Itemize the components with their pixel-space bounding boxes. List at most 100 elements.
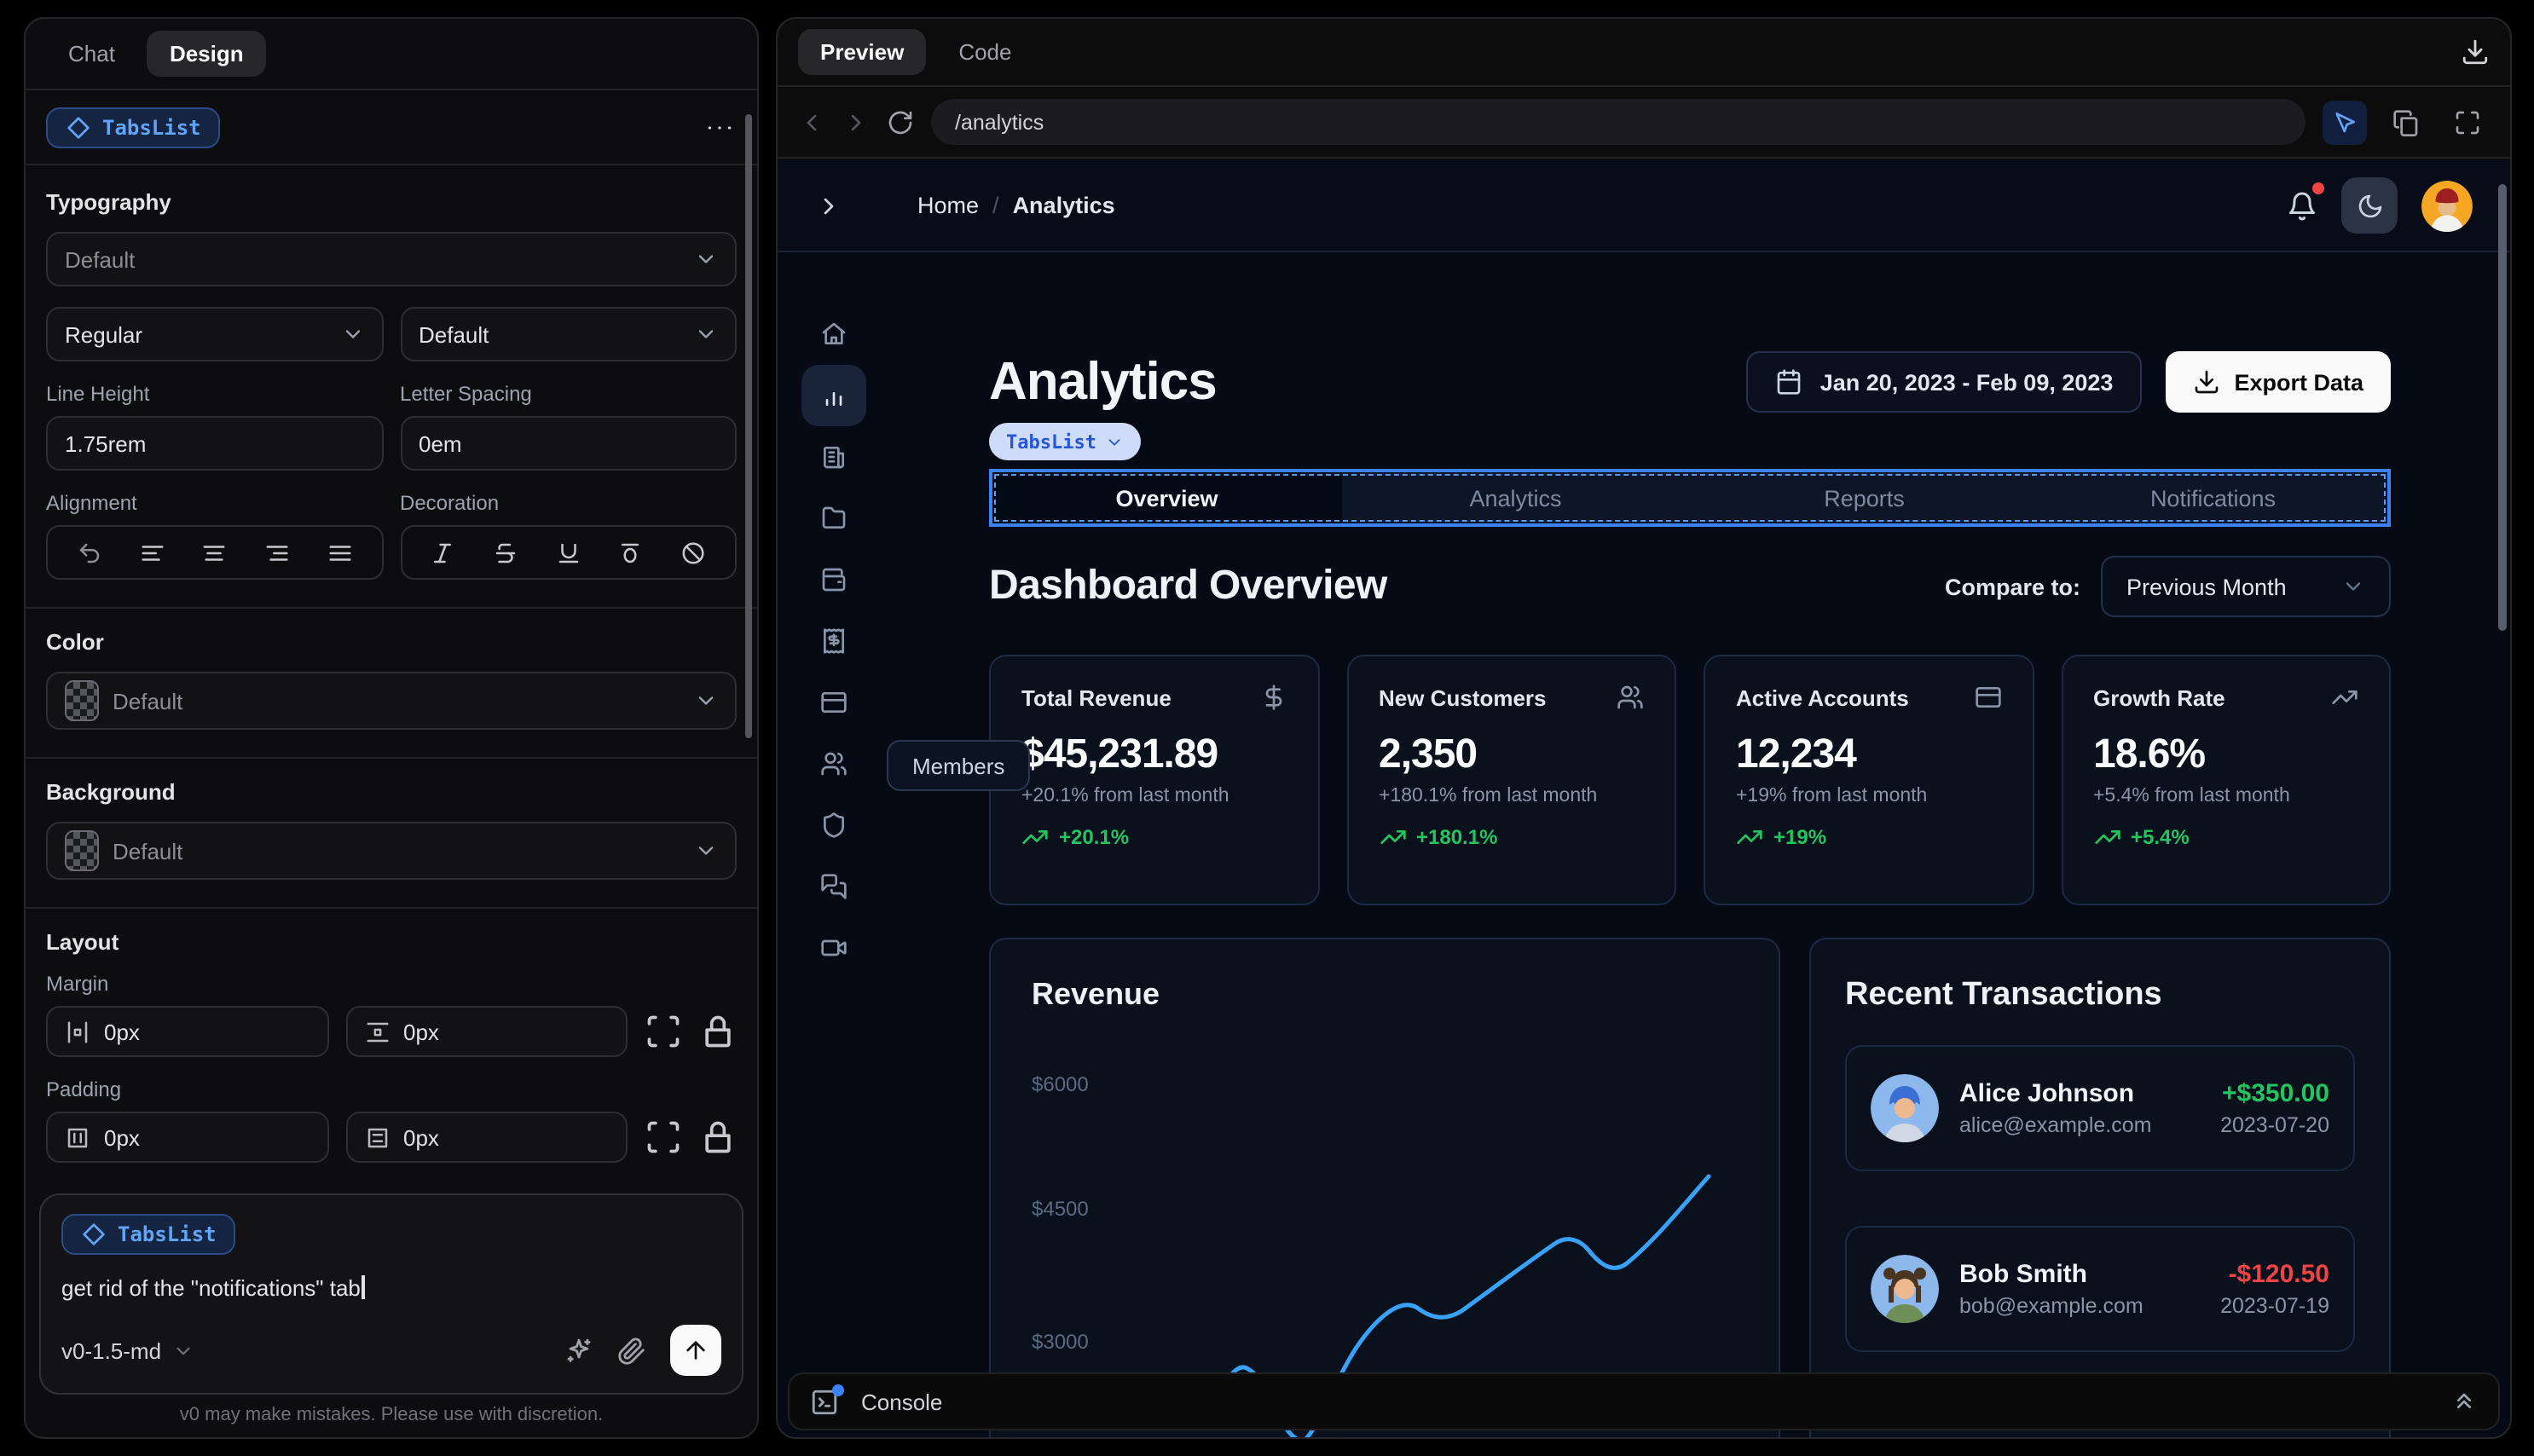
refresh-icon[interactable]: [887, 108, 914, 136]
lock-padding-icon[interactable]: [699, 1118, 737, 1156]
align-justify-icon[interactable]: [327, 540, 352, 565]
enhance-prompt-icon[interactable]: [564, 1336, 593, 1365]
nav-home[interactable]: [801, 303, 866, 365]
transaction-row[interactable]: Bob Smith bob@example.com -$120.50 2023-…: [1845, 1226, 2355, 1352]
font-size-select[interactable]: Default: [400, 307, 737, 361]
selected-component-chip[interactable]: TabsList: [46, 107, 220, 147]
nav-files[interactable]: [801, 488, 866, 549]
line-height-input[interactable]: 1.75rem: [46, 416, 383, 471]
prompt-input[interactable]: get rid of the "notifications" tab: [61, 1275, 721, 1301]
tab-notifications[interactable]: Notifications: [2039, 472, 2387, 523]
credit-card-icon: [1974, 684, 2001, 711]
color-select[interactable]: Default: [46, 672, 737, 730]
strikethrough-icon[interactable]: [493, 540, 518, 565]
sidebar-toggle-icon[interactable]: [815, 192, 842, 219]
model-select[interactable]: v0-1.5-md: [61, 1338, 194, 1363]
letter-spacing-input[interactable]: 0em: [400, 416, 737, 471]
align-center-icon[interactable]: [201, 540, 227, 565]
tab-analytics[interactable]: Analytics: [1341, 472, 1690, 523]
chevrons-up-icon[interactable]: [2450, 1388, 2478, 1415]
tab-code[interactable]: Code: [936, 29, 1033, 75]
app-content: Analytics TabsList Jan 20, 2023 - Feb 09…: [989, 160, 2391, 1437]
users-icon: [1617, 684, 1644, 711]
margin-label: Margin: [46, 972, 109, 996]
fullscreen-icon: [2454, 108, 2481, 136]
transaction-row[interactable]: Alice Johnson alice@example.com +$350.00…: [1845, 1045, 2355, 1171]
copy-icon: [2392, 108, 2420, 136]
stat-trend-value: +180.1%: [1416, 825, 1498, 849]
download-icon[interactable]: [2461, 38, 2490, 66]
selected-element-badge[interactable]: TabsList: [989, 423, 1141, 460]
app-nav-rail: [801, 252, 866, 979]
stat-cards: Total Revenue $45,231.89 +20.1% from las…: [989, 655, 2391, 905]
font-family-select[interactable]: Default: [46, 232, 737, 286]
prompt-composer[interactable]: TabsList get rid of the "notifications" …: [39, 1193, 743, 1395]
align-left-icon[interactable]: [139, 540, 165, 565]
transaction-amount: -$120.50: [2228, 1260, 2329, 1289]
copy-page-button[interactable]: [2384, 100, 2428, 144]
home-icon: [820, 321, 848, 348]
italic-icon[interactable]: [431, 540, 456, 565]
nav-receipts[interactable]: [801, 610, 866, 672]
expand-margin-icon[interactable]: [645, 1013, 682, 1050]
nav-messages[interactable]: [801, 856, 866, 917]
tab-overview[interactable]: Overview: [992, 472, 1341, 523]
decoration-toolbar: [400, 525, 737, 580]
margin-y-input[interactable]: 0px: [345, 1006, 628, 1057]
page-title: Analytics: [989, 351, 1218, 411]
sidebar-scrollbar[interactable]: [745, 114, 752, 738]
underline-icon[interactable]: [555, 540, 581, 565]
console-label: Console: [861, 1389, 943, 1414]
composer-component-chip[interactable]: TabsList: [61, 1214, 235, 1255]
font-weight-select[interactable]: Regular: [46, 307, 383, 361]
transaction-email: bob@example.com: [1959, 1294, 2143, 1318]
url-bar[interactable]: /analytics: [931, 99, 2305, 145]
padding-y-input[interactable]: 0px: [345, 1112, 628, 1163]
preview-scrollbar[interactable]: [2498, 184, 2507, 631]
export-data-button[interactable]: Export Data: [2166, 351, 2391, 413]
wallet-icon: [820, 566, 848, 593]
tab-reports[interactable]: Reports: [1690, 472, 2039, 523]
margin-x-icon: [65, 1019, 90, 1044]
fullscreen-button[interactable]: [2445, 100, 2490, 144]
overline-icon[interactable]: [618, 540, 644, 565]
stat-subtext: +180.1% from last month: [1379, 786, 1598, 806]
nav-video[interactable]: [801, 917, 866, 979]
nav-wallet[interactable]: [801, 549, 866, 610]
nav-security[interactable]: [801, 794, 866, 856]
stat-title: Growth Rate: [2093, 685, 2225, 710]
margin-x-input[interactable]: 0px: [46, 1006, 328, 1057]
nav-analytics[interactable]: [801, 365, 866, 426]
app-preview: Home / Analytics Members Analytics TabsL…: [778, 160, 2510, 1437]
nav-forward-icon[interactable]: [842, 108, 870, 136]
align-right-icon[interactable]: [264, 540, 290, 565]
background-select[interactable]: Default: [46, 822, 737, 880]
trending-up-icon: [1379, 823, 1406, 851]
user-avatar[interactable]: [2421, 180, 2473, 231]
breadcrumb-home[interactable]: Home: [917, 193, 979, 218]
tab-chat[interactable]: Chat: [46, 31, 137, 77]
design-sidebar: Chat Design TabsList Typography Default …: [24, 17, 759, 1439]
expand-padding-icon[interactable]: [645, 1118, 682, 1156]
more-options-icon[interactable]: [703, 110, 737, 144]
tab-preview[interactable]: Preview: [798, 29, 927, 75]
date-range-picker[interactable]: Jan 20, 2023 - Feb 09, 2023: [1746, 351, 2143, 413]
cursor-pointer-icon: [2331, 108, 2358, 136]
send-button[interactable]: [670, 1325, 721, 1376]
nav-news[interactable]: [801, 426, 866, 488]
lock-margin-icon[interactable]: [699, 1013, 737, 1050]
no-decoration-icon[interactable]: [680, 540, 706, 565]
stat-card-total-revenue: Total Revenue $45,231.89 +20.1% from las…: [989, 655, 1319, 905]
nav-members[interactable]: [801, 733, 866, 794]
nav-cards[interactable]: [801, 672, 866, 733]
compare-select[interactable]: Previous Month: [2101, 556, 2391, 617]
attach-file-icon[interactable]: [617, 1336, 646, 1365]
reset-alignment-icon[interactable]: [77, 540, 102, 565]
nav-back-icon[interactable]: [798, 108, 825, 136]
inspect-element-button[interactable]: [2323, 100, 2367, 144]
chevron-down-icon: [694, 322, 718, 346]
padding-x-input[interactable]: 0px: [46, 1112, 328, 1163]
tab-design[interactable]: Design: [147, 31, 266, 77]
trending-up-icon: [2093, 823, 2120, 851]
console-bar[interactable]: Console: [788, 1372, 2500, 1430]
